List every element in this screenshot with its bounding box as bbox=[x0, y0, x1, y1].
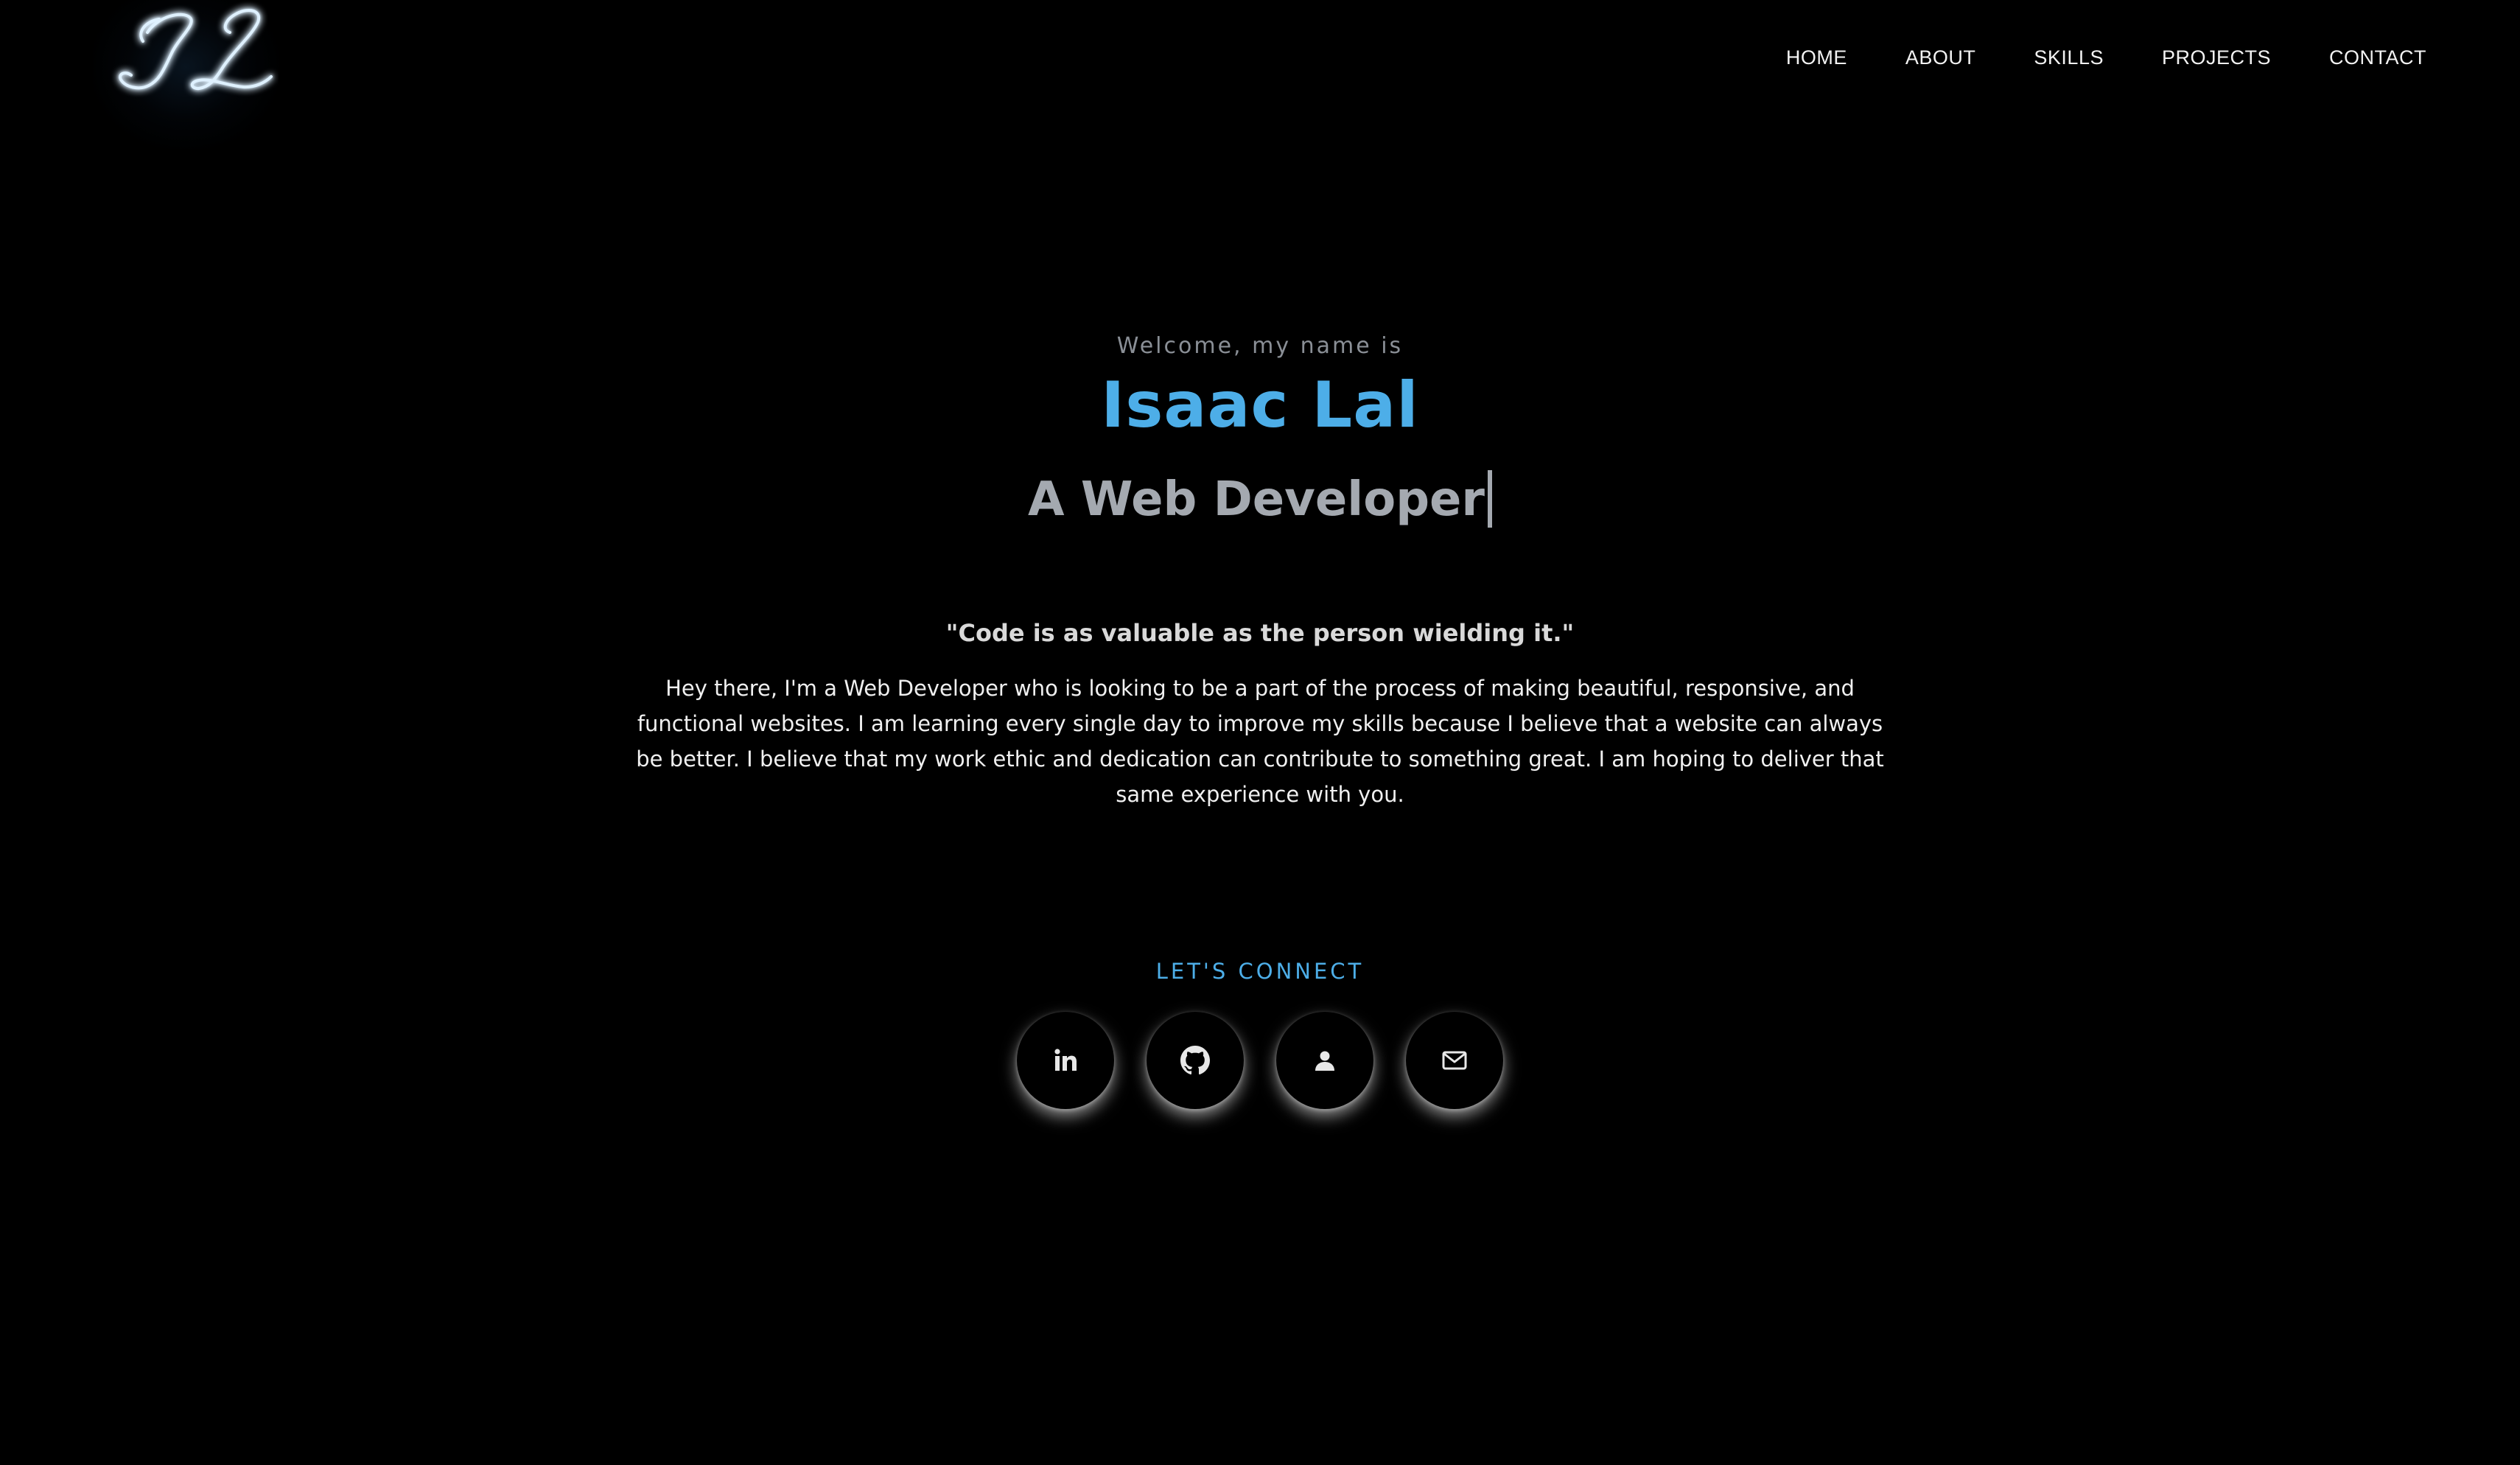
nav-about-link[interactable]: ABOUT bbox=[1905, 43, 1976, 72]
nav-skills-link[interactable]: SKILLS bbox=[2034, 43, 2104, 72]
person-icon bbox=[1315, 1051, 1334, 1071]
social-links bbox=[0, 1012, 2520, 1109]
logo-monogram-icon bbox=[119, 9, 273, 91]
hero-bio: Hey there, I'm a Web Developer who is lo… bbox=[636, 676, 1884, 807]
connect-label: LET'S CONNECT bbox=[1155, 959, 1365, 984]
hero-section: Welcome, my name is Isaac Lal A Web Deve… bbox=[0, 324, 2520, 812]
main-nav: HOME ABOUT SKILLS PROJECTS CONTACT bbox=[1728, 43, 2426, 72]
hero-name: Isaac Lal bbox=[1101, 368, 1419, 442]
logo[interactable] bbox=[93, 0, 279, 111]
email-button[interactable] bbox=[1406, 1012, 1503, 1109]
nav-home-link[interactable]: HOME bbox=[1786, 43, 1847, 72]
profile-button[interactable] bbox=[1276, 1012, 1373, 1109]
welcome-text: Welcome, my name is bbox=[1116, 333, 1404, 359]
page: HOME ABOUT SKILLS PROJECTS CONTACT Welco… bbox=[0, 0, 2520, 1465]
mail-icon bbox=[1442, 1051, 1467, 1070]
github-icon bbox=[1180, 1046, 1210, 1075]
typing-cursor bbox=[1487, 470, 1492, 528]
linkedin-button[interactable] bbox=[1017, 1012, 1114, 1109]
linkedin-icon bbox=[1054, 1049, 1077, 1071]
hero-quote: "Code is as valuable as the person wield… bbox=[945, 619, 1575, 647]
logo-glow-backdrop bbox=[93, 0, 279, 149]
nav-projects-link[interactable]: PROJECTS bbox=[2162, 43, 2271, 72]
github-button[interactable] bbox=[1147, 1012, 1244, 1109]
hero-role: A Web Developer bbox=[0, 463, 2520, 536]
hero-role-text: A Web Developer bbox=[1028, 472, 1485, 527]
nav-contact-link[interactable]: CONTACT bbox=[2329, 43, 2426, 72]
